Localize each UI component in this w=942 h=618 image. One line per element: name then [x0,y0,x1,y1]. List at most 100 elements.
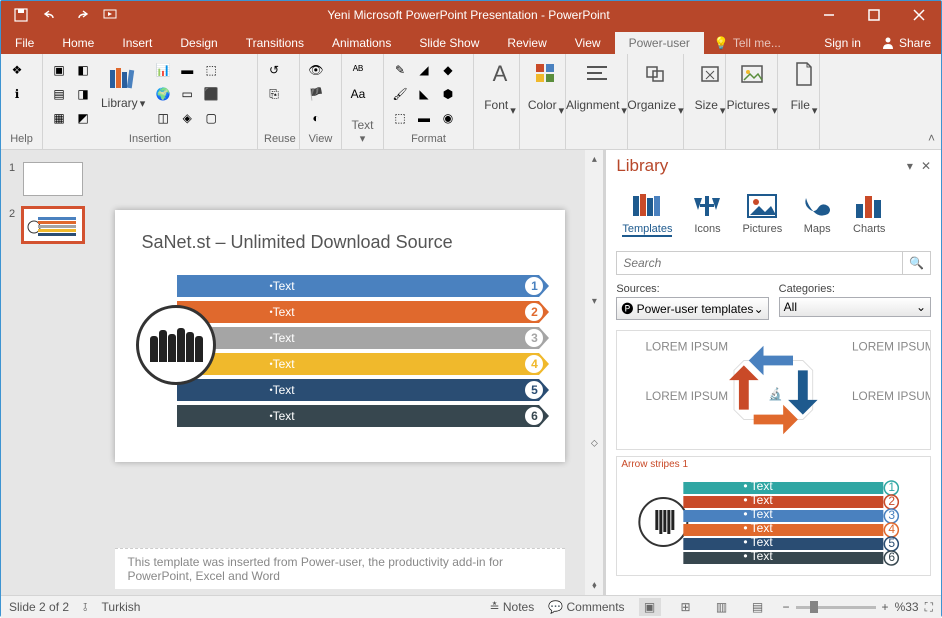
pane-close-icon[interactable]: ✕ [921,159,931,173]
libcat-charts[interactable]: Charts [850,190,888,239]
group-reuse: Reuse [264,131,293,147]
insertion-btn5[interactable]: ◨ [73,84,93,104]
tab-home[interactable]: Home [48,32,108,54]
sources-select[interactable]: 🅟 Power-user templates⌄ [616,297,768,320]
insertion-btn6[interactable]: ◩ [73,108,93,128]
zoom-out-icon[interactable]: − [783,600,790,614]
libcat-pictures[interactable]: Pictures [740,190,784,239]
tab-insert[interactable]: Insert [108,32,166,54]
tab-slideshow[interactable]: Slide Show [405,32,493,54]
insertion-btn10[interactable]: ▬ [177,60,197,80]
insertion-btn13[interactable]: ⬚ [201,60,221,80]
insertion-btn4[interactable]: ◧ [73,60,93,80]
svg-text:4: 4 [889,522,896,536]
insertion-btn11[interactable]: ▭ [177,84,197,104]
maximize-button[interactable] [851,1,896,29]
text-btn2[interactable]: Aa [348,84,368,104]
fmt-btn7[interactable]: ◆ [438,60,458,80]
insertion-btn1[interactable]: ▣ [49,60,69,80]
sorter-view-icon[interactable]: ⊞ [675,598,697,616]
insertion-btn9[interactable]: ◫ [153,108,173,128]
redo-icon[interactable] [73,7,89,23]
alignment-button[interactable]: Alignment▾ [572,56,621,119]
spellcheck-icon[interactable]: ⫱ [83,600,87,615]
fmt-btn1[interactable]: ✎ [390,60,410,80]
font-button[interactable]: AFont▾ [480,56,520,119]
filegrp-button[interactable]: File▾ [784,56,824,119]
libcat-icons[interactable]: Icons [688,190,726,239]
libcat-templates[interactable]: Templates [620,190,674,239]
vertical-scrollbar[interactable]: ▴▾⬦⬧ [585,150,603,595]
fmt-btn3[interactable]: ⬚ [390,108,410,128]
normal-view-icon[interactable]: ▣ [639,598,661,616]
thumbnail-2[interactable] [23,208,83,242]
tab-animations[interactable]: Animations [318,32,405,54]
text-btn1[interactable]: ᴬᴮ [348,60,368,80]
thumbnail-1[interactable] [23,162,83,196]
fmt-btn5[interactable]: ◣ [414,84,434,104]
slide-canvas[interactable]: SaNet.st – Unlimited Download Source • T… [115,210,565,462]
categories-select[interactable]: All⌄ [779,297,931,317]
template-item-1[interactable]: 🔬LOREM IPSUMLOREM IPSUMLOREM IPSUMLOREM … [616,330,931,450]
reuse-btn2[interactable]: ⎘ [264,84,284,104]
fmt-btn8[interactable]: ⬢ [438,84,458,104]
pictures-button[interactable]: Pictures▾ [732,56,772,119]
close-button[interactable] [896,1,941,29]
zoom-in-icon[interactable]: + [882,600,889,614]
slide-indicator[interactable]: Slide 2 of 2 [9,600,69,614]
group-help: Help [7,131,36,147]
slide-editor[interactable]: SaNet.st – Unlimited Download Source • T… [95,150,585,595]
tab-view[interactable]: View [561,32,615,54]
organize-button[interactable]: Organize▾ [634,56,677,119]
notes-toggle[interactable]: ≛ Notes [489,600,534,614]
search-icon[interactable]: 🔍 [903,251,931,275]
language-indicator[interactable]: Turkish [102,600,141,614]
zoom-slider[interactable] [796,606,876,609]
color-button[interactable]: Color▾ [526,56,566,119]
view-btn2[interactable]: 🏴 [306,84,326,104]
fit-window-icon[interactable]: ⛶ [925,600,933,615]
save-icon[interactable] [13,7,29,23]
insertion-btn15[interactable]: ▢ [201,108,221,128]
signin-button[interactable]: Sign in [814,32,871,54]
startfrom-icon[interactable] [103,7,119,23]
group-view: View [306,131,335,147]
fmt-btn4[interactable]: ◢ [414,60,434,80]
insertion-btn12[interactable]: ◈ [177,108,197,128]
insertion-btn14[interactable]: ⬛ [201,84,221,104]
minimize-button[interactable] [806,1,851,29]
insertion-btn2[interactable]: ▤ [49,84,69,104]
insertion-btn3[interactable]: ▦ [49,108,69,128]
undo-icon[interactable] [43,7,59,23]
collapse-ribbon-icon[interactable]: ˄ [928,131,935,145]
insertion-btn8[interactable]: 🌍 [153,84,173,104]
slideshow-view-icon[interactable]: ▤ [747,598,769,616]
fmt-btn9[interactable]: ◉ [438,108,458,128]
pane-dropdown-icon[interactable]: ▾ [907,159,913,173]
help-icon2[interactable]: ℹ [7,84,27,104]
zoom-level[interactable]: %33 [895,600,919,614]
fmt-btn6[interactable]: ▬ [414,108,434,128]
file-tab[interactable]: File [1,32,48,54]
libcat-maps[interactable]: Maps [798,190,836,239]
comments-toggle[interactable]: 💬 Comments [548,600,624,614]
tab-review[interactable]: Review [493,32,560,54]
help-icon[interactable]: ❖ [7,60,27,80]
template-item-2[interactable]: Arrow stripes 1 • Text• Text• Text• Text… [616,456,931,576]
tab-poweruser[interactable]: Power-user [615,32,704,54]
tab-design[interactable]: Design [166,32,231,54]
insertion-btn7[interactable]: 📊 [153,60,173,80]
library-search-input[interactable] [616,251,903,275]
fmt-btn2[interactable]: 🖌 [390,84,410,104]
share-button[interactable]: Share [871,32,941,54]
notes-hint[interactable]: This template was inserted from Power-us… [115,548,565,589]
size-button[interactable]: Size▾ [690,56,730,119]
view-btn1[interactable]: 👁 [306,60,326,80]
tellme-input[interactable]: 💡 Tell me... [704,32,791,54]
svg-text:• Text: • Text [744,479,774,493]
library-button[interactable]: Library ▾ [97,60,149,112]
reading-view-icon[interactable]: ▥ [711,598,733,616]
view-btn3[interactable]: ◐ [306,108,326,128]
reuse-btn1[interactable]: ↺ [264,60,284,80]
tab-transitions[interactable]: Transitions [232,32,318,54]
